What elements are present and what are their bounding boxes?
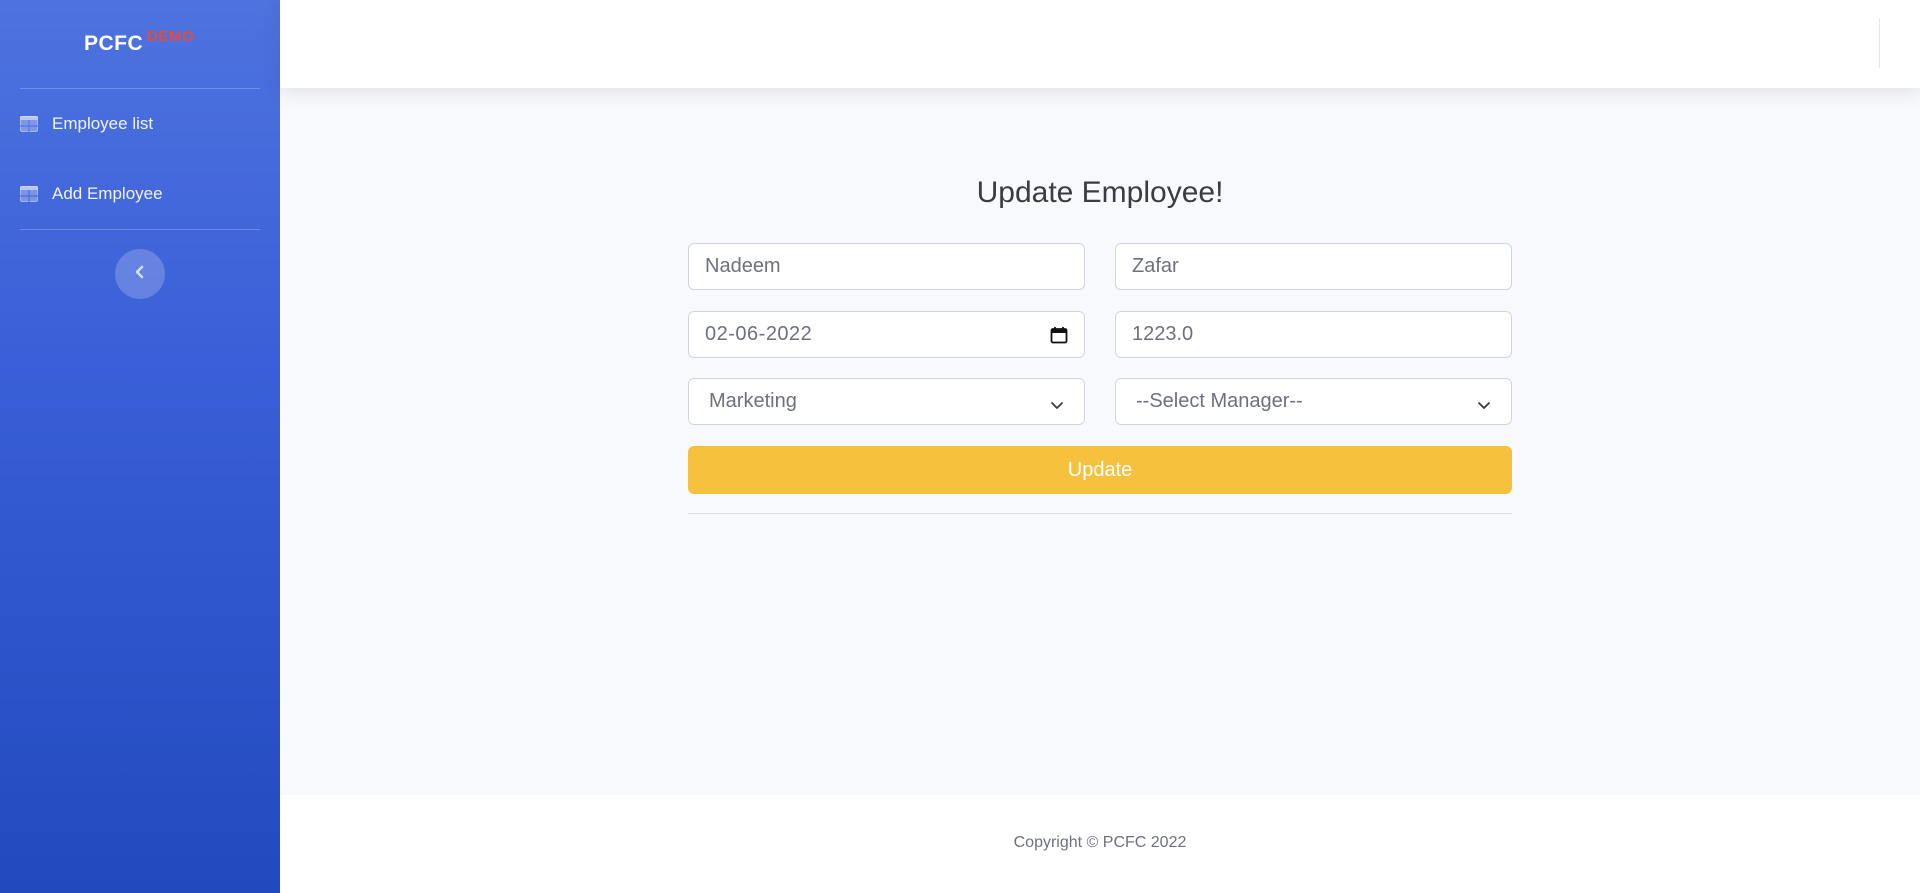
sidebar-item-employee-list[interactable]: Employee list bbox=[20, 104, 260, 144]
main-content: Update Employee! Nadeem Zafar 02-06-2022… bbox=[280, 88, 1920, 795]
sidebar-item-label: Employee list bbox=[52, 114, 154, 133]
page-title: Update Employee! bbox=[976, 176, 1224, 209]
sidebar-item-label: Add Employee bbox=[52, 184, 163, 203]
sidebar-divider bbox=[20, 229, 260, 230]
salary-input[interactable]: 1223.0 bbox=[1115, 311, 1512, 358]
last-name-value: Zafar bbox=[1132, 255, 1179, 277]
department-value: Marketing bbox=[709, 390, 797, 412]
first-name-value: Nadeem bbox=[705, 255, 781, 277]
table-icon bbox=[20, 186, 38, 202]
copyright-text: Copyright © PCFC 2022 bbox=[1013, 834, 1187, 851]
footer: Copyright © PCFC 2022 bbox=[280, 795, 1920, 893]
brand-name: PCFC bbox=[84, 32, 144, 55]
salary-value: 1223.0 bbox=[1132, 323, 1194, 345]
chevron-down-icon bbox=[1477, 395, 1491, 409]
department-select[interactable]: Marketing bbox=[688, 378, 1085, 425]
first-name-input[interactable]: Nadeem bbox=[688, 243, 1085, 290]
brand-superscript: DEMO bbox=[147, 28, 194, 45]
date-value: 02-06-2022 bbox=[705, 323, 813, 345]
calendar-icon[interactable] bbox=[1050, 326, 1068, 344]
sidebar-toggle-button[interactable] bbox=[115, 249, 165, 299]
update-button[interactable]: Update bbox=[688, 446, 1512, 494]
manager-select[interactable]: --Select Manager-- bbox=[1115, 378, 1512, 425]
brand-link[interactable]: PCFC DEMO bbox=[0, 0, 280, 88]
date-input[interactable]: 02-06-2022 bbox=[688, 311, 1085, 358]
manager-value: --Select Manager-- bbox=[1136, 390, 1303, 412]
sidebar-item-add-employee[interactable]: Add Employee bbox=[20, 174, 260, 214]
sidebar: PCFC DEMO Employee list Add Employee bbox=[0, 0, 280, 893]
chevron-down-icon bbox=[1050, 395, 1064, 409]
table-icon bbox=[20, 116, 38, 132]
form-divider bbox=[688, 513, 1512, 514]
topbar-divider bbox=[1879, 18, 1880, 68]
app-root: PCFC DEMO Employee list Add Employee Upd… bbox=[0, 0, 1920, 893]
sidebar-divider bbox=[20, 88, 260, 89]
chevron-left-icon bbox=[134, 265, 146, 284]
last-name-input[interactable]: Zafar bbox=[1115, 243, 1512, 290]
topbar bbox=[280, 0, 1920, 88]
